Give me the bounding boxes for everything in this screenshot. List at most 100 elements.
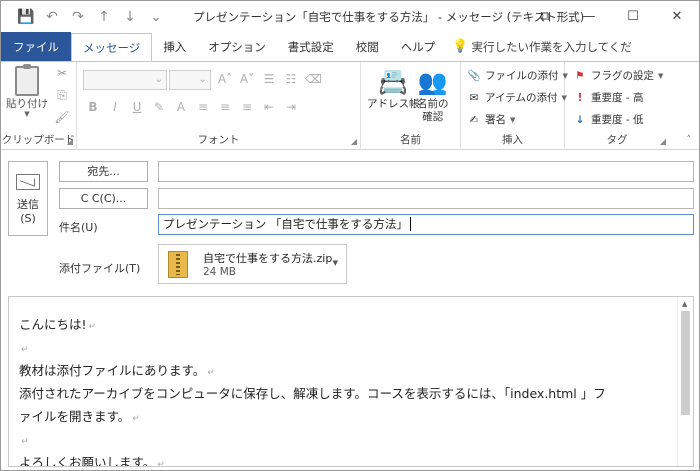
tell-me-text: 実行したい作業を入力してくだ (471, 39, 632, 54)
attachment-chip[interactable]: 自宅で仕事をする方法.zip 24 MB ▼ (158, 244, 347, 284)
attach-file-label: ファイルの添付 (485, 70, 559, 82)
collapse-ribbon-icon[interactable]: ˄ (687, 135, 692, 145)
font-color-icon[interactable]: A (173, 100, 189, 114)
minimize-button[interactable]: — (567, 1, 611, 32)
follow-up-button[interactable]: ⚑ フラグの設定 ▼ (573, 68, 663, 83)
high-importance-label: 重要度 - 高 (591, 92, 644, 104)
attach-item-button[interactable]: ✉ アイテムの添付 ▼ (467, 90, 567, 105)
attachment-name: 自宅で仕事をする方法.zip (203, 252, 333, 265)
cut-icon[interactable]: ✂ (53, 66, 71, 84)
send-shortcut: (S) (20, 212, 36, 225)
font-group: ⌄ ⌄ A˄ A˅ ☰ ☷ ⌫ B I U ✎ A ≡ ≡ ≡ ⇤ ⇥ フォント (77, 62, 361, 150)
shrink-font-icon[interactable]: A˅ (239, 72, 255, 86)
outlook-message-window: 💾 ↶ ↷ ↑ ↓ ⌄ プレゼンテーション「自宅で仕事をする方法」 - メッセー… (0, 0, 700, 471)
address-book-icon: 📇 (378, 68, 409, 96)
maximize-button[interactable]: ☐ (611, 1, 655, 32)
subject-label: 件名(U) (59, 221, 98, 234)
lightbulb-icon: 💡 (452, 39, 469, 54)
quick-access-toolbar: 💾 ↶ ↷ ↑ ↓ ⌄ (1, 1, 169, 32)
grow-font-icon[interactable]: A˄ (217, 72, 233, 86)
signature-icon: ✍ (469, 113, 479, 126)
ribbon: 貼り付け ▼ ✂ ⎘ 🖌 クリップボード ◢ ⌄ ⌄ A˄ A˅ ☰ ☷ ⌫ B… (1, 61, 699, 150)
tab-format[interactable]: 書式設定 (277, 32, 345, 61)
check-names-button[interactable]: 👥 名前の 確認 (417, 66, 449, 124)
insert-group: 📎 ファイルの添付 ▼ ✉ アイテムの添付 ▼ ✍ 署名 ▼ 挿入 (461, 62, 568, 150)
close-button[interactable]: ✕ (655, 1, 699, 32)
names-group: 📇 アドレス帳 👥 名前の 確認 名前 (361, 62, 461, 150)
attach-item-icon: ✉ (469, 91, 479, 104)
tab-insert[interactable]: 挿入 (152, 32, 197, 61)
attach-file-button[interactable]: 📎 ファイルの添付 ▼ (467, 68, 567, 83)
tab-file[interactable]: ファイル (1, 32, 71, 61)
to-field[interactable] (158, 161, 694, 182)
follow-up-label: フラグの設定 (591, 70, 654, 82)
align-center-icon[interactable]: ≡ (217, 100, 233, 114)
zip-file-icon (168, 251, 188, 278)
scroll-up-icon[interactable]: ▲ (682, 300, 687, 308)
scrollbar-thumb[interactable] (681, 311, 690, 415)
tags-group: ⚑ フラグの設定 ▼ ! 重要度 - 高 ↓ 重要度 - 低 タグ ◢ (565, 62, 669, 150)
subject-field[interactable]: プレゼンテーション 「自宅で仕事をする方法」 (158, 214, 694, 235)
paperclip-icon: 📎 (467, 70, 481, 82)
clear-formatting-icon[interactable]: ⌫ (305, 72, 322, 86)
bullets-icon[interactable]: ☰ (261, 72, 277, 86)
highlight-icon[interactable]: ✎ (151, 100, 167, 114)
dialog-launcher-icon[interactable]: ◢ (67, 137, 73, 146)
undo-icon[interactable]: ↶ (39, 1, 65, 32)
redo-icon[interactable]: ↷ (65, 1, 91, 32)
paste-icon (15, 64, 39, 96)
chevron-down-icon: ▼ (510, 115, 516, 124)
address-book-label: アドレス帳 (367, 98, 420, 110)
window-controls: ⧉ — ☐ ✕ (523, 1, 699, 32)
chevron-down-icon: ▼ (658, 71, 664, 80)
decrease-indent-icon[interactable]: ⇤ (261, 100, 277, 114)
bold-icon[interactable]: B (85, 100, 101, 114)
attachment-size: 24 MB (203, 266, 236, 278)
numbering-icon[interactable]: ☷ (283, 72, 299, 86)
customize-icon[interactable]: ⌄ (143, 1, 169, 32)
high-importance-button[interactable]: ! 重要度 - 高 (573, 90, 644, 105)
save-icon[interactable]: 💾 (13, 1, 39, 32)
names-group-label: 名前 (400, 134, 421, 146)
vertical-scrollbar[interactable]: ▲ (677, 297, 693, 466)
clipboard-group-label: クリップボード (1, 134, 76, 146)
align-left-icon[interactable]: ≡ (195, 100, 211, 114)
increase-indent-icon[interactable]: ⇥ (283, 100, 299, 114)
body-line: ↵ (21, 437, 29, 447)
insert-group-label: 挿入 (502, 134, 523, 146)
copy-icon[interactable]: ⎘ (53, 88, 71, 106)
signature-button[interactable]: ✍ 署名 ▼ (467, 112, 516, 127)
down-arrow-icon[interactable]: ↓ (117, 1, 143, 32)
chevron-down-icon[interactable]: ▼ (333, 259, 338, 267)
dialog-launcher-icon[interactable]: ◢ (660, 137, 666, 146)
font-format-controls: B I U ✎ A ≡ ≡ ≡ ⇤ ⇥ (85, 100, 299, 114)
tell-me-box[interactable]: 💡 実行したい作業を入力してくだ (446, 32, 643, 61)
to-button[interactable]: 宛先... (59, 161, 148, 182)
cc-field[interactable] (158, 188, 694, 209)
align-right-icon[interactable]: ≡ (239, 100, 255, 114)
underline-icon[interactable]: U (129, 100, 145, 114)
send-button[interactable]: 送信 (S) (8, 161, 48, 236)
italic-icon[interactable]: I (107, 100, 123, 114)
cc-button[interactable]: C C(C)... (59, 188, 148, 209)
font-name-box[interactable]: ⌄ (83, 70, 167, 90)
address-book-button[interactable]: 📇 アドレス帳 (367, 66, 420, 111)
chevron-down-icon: ⌄ (154, 74, 163, 85)
chevron-down-icon: ▼ (24, 110, 30, 118)
message-body[interactable]: こんにちは! ↵ ↵ 教材は添付ファイルにあります。 ↵ 添付されたアーカイブをコン… (8, 296, 694, 467)
body-line: 教材は添付ファイルにあります。 ↵ (19, 363, 215, 378)
tab-options[interactable]: オプション (197, 32, 277, 61)
format-painter-icon[interactable]: 🖌 (53, 110, 71, 128)
tab-message[interactable]: メッセージ (71, 33, 153, 62)
dialog-launcher-icon[interactable]: ◢ (351, 137, 357, 146)
up-arrow-icon[interactable]: ↑ (91, 1, 117, 32)
down-arrow-icon: ↓ (575, 113, 585, 126)
low-importance-button[interactable]: ↓ 重要度 - 低 (573, 112, 644, 127)
font-size-box[interactable]: ⌄ (169, 70, 211, 90)
tab-help[interactable]: ヘルプ (390, 32, 447, 61)
paste-button[interactable]: 貼り付け ▼ (5, 64, 49, 118)
clipboard-small-buttons: ✂ ⎘ 🖌 (53, 66, 71, 128)
restore-ribbon-icon[interactable]: ⧉ (523, 1, 567, 32)
tab-review[interactable]: 校閲 (345, 32, 390, 61)
paste-label: 貼り付け (6, 98, 48, 110)
